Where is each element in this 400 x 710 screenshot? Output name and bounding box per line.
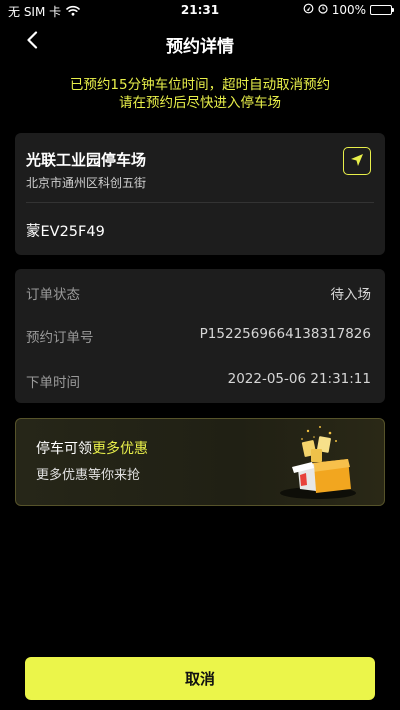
promo-title-highlight: 更多优惠 (92, 441, 148, 457)
parking-name: 光联工业园停车场 (26, 151, 147, 169)
nav-bar: 预约详情 (0, 26, 400, 58)
order-time-value: 2022-05-06 21:31:11 (227, 371, 371, 387)
order-number-value: P1522569664138317826 (199, 326, 371, 342)
navigation-arrow-icon (350, 152, 364, 171)
promo-banner[interactable]: 停车可领更多优惠 更多优惠等你来抢 (15, 418, 385, 506)
promo-subtitle: 更多优惠等你来抢 (36, 468, 141, 483)
order-row-number: 预约订单号 P1522569664138317826 (26, 326, 371, 346)
location-lock-icon (303, 3, 314, 17)
cancel-button[interactable]: 取消 (25, 657, 375, 700)
promo-title-prefix: 停车可领 (36, 441, 92, 457)
parking-card: 光联工业园停车场 北京市通州区科创五街 蒙EV25F49 (15, 133, 385, 255)
order-status-label: 订单状态 (26, 287, 80, 303)
promo-title: 停车可领更多优惠 (36, 438, 148, 458)
order-status-value: 待入场 (330, 287, 372, 303)
card-divider (26, 202, 374, 203)
order-row-status: 订单状态 待入场 (26, 283, 371, 303)
page-title: 预约详情 (166, 37, 234, 57)
notice-line-1: 已预约15分钟车位时间，超时自动取消预约 (69, 77, 331, 93)
battery-icon (370, 5, 394, 15)
status-bar: 无 SIM 卡 21:31 100% (0, 0, 400, 22)
battery-percent: 100% (331, 3, 366, 17)
status-right: 100% (303, 3, 394, 17)
order-row-time: 下单时间 2022-05-06 21:31:11 (26, 371, 371, 391)
navigate-button[interactable] (343, 147, 371, 175)
gift-box-icon (278, 423, 362, 501)
alarm-icon (318, 3, 328, 17)
order-time-label: 下单时间 (26, 375, 80, 391)
license-plate: 蒙EV25F49 (26, 224, 105, 240)
order-number-label: 预约订单号 (26, 330, 94, 346)
notice-line-2: 请在预约后尽快进入停车场 (119, 95, 281, 111)
reservation-notice: 已预约15分钟车位时间，超时自动取消预约 请在预约后尽快进入停车场 (0, 76, 400, 112)
parking-address: 北京市通州区科创五街 (26, 176, 147, 190)
order-card: 订单状态 待入场 预约订单号 P1522569664138317826 下单时间… (15, 269, 385, 403)
